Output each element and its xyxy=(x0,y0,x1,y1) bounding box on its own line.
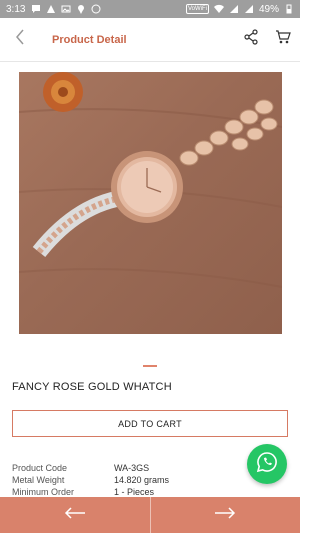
location-icon xyxy=(76,4,86,14)
app-header: Product Detail xyxy=(0,18,300,62)
arrow-right-icon xyxy=(214,506,236,524)
next-button[interactable] xyxy=(151,497,301,533)
product-details: Product Code WA-3GS Metal Weight 14.820 … xyxy=(12,462,212,498)
notification-icons xyxy=(31,4,101,14)
detail-row: Metal Weight 14.820 grams xyxy=(12,474,212,486)
detail-row: Product Code WA-3GS xyxy=(12,462,212,474)
product-image[interactable] xyxy=(19,72,282,334)
arrow-left-icon xyxy=(64,506,86,524)
share-button[interactable] xyxy=(242,29,260,50)
detail-value: 14.820 grams xyxy=(114,475,170,485)
page-title: Product Detail xyxy=(52,33,127,46)
message-icon xyxy=(31,4,41,14)
status-bar: 3:13 VoWiFi 49% xyxy=(0,0,300,18)
share-icon xyxy=(243,29,259,50)
back-button[interactable] xyxy=(0,18,40,62)
battery-icon xyxy=(284,4,294,14)
status-time: 3:13 xyxy=(6,3,26,15)
cart-icon xyxy=(275,29,291,50)
detail-value: WA-3GS xyxy=(114,463,150,473)
whatsapp-icon xyxy=(256,451,278,478)
add-to-cart-button[interactable]: ADD TO CART xyxy=(12,410,288,437)
battery-percent: 49% xyxy=(258,3,279,15)
header-actions xyxy=(242,29,300,50)
signal-icon-2 xyxy=(244,4,254,14)
previous-button[interactable] xyxy=(0,497,150,533)
vowifi-badge: VoWiFi xyxy=(185,4,209,14)
watch-photo xyxy=(19,72,282,288)
alert-icon xyxy=(46,4,56,14)
whatsapp-status-icon xyxy=(91,4,101,14)
cart-button[interactable] xyxy=(274,29,292,50)
product-name: FANCY ROSE GOLD WHATCH xyxy=(12,381,172,393)
image-icon xyxy=(61,4,71,14)
signal-icon xyxy=(229,4,239,14)
chevron-left-icon xyxy=(15,29,25,50)
carousel-indicator xyxy=(143,365,157,367)
whatsapp-button[interactable] xyxy=(247,444,287,484)
detail-label: Product Code xyxy=(12,463,68,473)
wifi-icon xyxy=(213,4,224,14)
system-icons: VoWiFi 49% xyxy=(185,3,294,15)
detail-label: Metal Weight xyxy=(12,475,65,485)
bottom-nav-bar xyxy=(0,497,300,533)
